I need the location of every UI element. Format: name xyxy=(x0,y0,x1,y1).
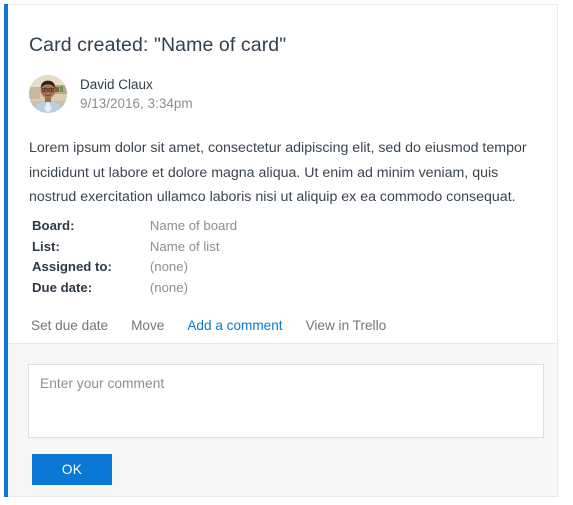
avatar xyxy=(29,75,67,113)
meta-value-due-date: (none) xyxy=(150,278,237,299)
meta-value-board: Name of board xyxy=(150,216,237,237)
meta-value-list: Name of list xyxy=(150,237,237,258)
action-add-a-comment[interactable]: Add a comment xyxy=(187,316,282,336)
action-view-in-trello[interactable]: View in Trello xyxy=(306,316,387,336)
meta-value-assigned-to: (none) xyxy=(150,257,237,278)
table-row: Due date: (none) xyxy=(32,278,237,299)
table-row: Board: Name of board xyxy=(32,216,237,237)
comment-input[interactable] xyxy=(28,364,544,438)
card-description: Lorem ipsum dolor sit amet, consectetur … xyxy=(29,136,536,210)
ok-button[interactable]: OK xyxy=(32,454,112,485)
comment-composer: OK xyxy=(4,343,557,496)
action-move[interactable]: Move xyxy=(131,316,164,336)
author-text: David Claux 9/13/2016, 3:34pm xyxy=(80,75,193,113)
page-title: Card created: "Name of card" xyxy=(29,32,286,58)
card-action-links: Set due date Move Add a comment View in … xyxy=(31,316,386,336)
screenshot-root: Card created: "Name of card" xyxy=(0,0,573,505)
trello-card-notification: Card created: "Name of card" xyxy=(4,4,558,497)
meta-label-due-date: Due date: xyxy=(32,278,150,299)
table-row: List: Name of list xyxy=(32,237,237,258)
card-metadata-table: Board: Name of board List: Name of list … xyxy=(32,216,237,298)
author-name: David Claux xyxy=(80,75,193,94)
action-set-due-date[interactable]: Set due date xyxy=(31,316,108,336)
author-timestamp: 9/13/2016, 3:34pm xyxy=(80,94,193,113)
table-row: Assigned to: (none) xyxy=(32,257,237,278)
meta-label-board: Board: xyxy=(32,216,150,237)
card-body: Card created: "Name of card" xyxy=(4,5,557,343)
meta-label-assigned-to: Assigned to: xyxy=(32,257,150,278)
author-block: David Claux 9/13/2016, 3:34pm xyxy=(29,75,193,113)
meta-label-list: List: xyxy=(32,237,150,258)
accent-bar xyxy=(4,4,8,497)
